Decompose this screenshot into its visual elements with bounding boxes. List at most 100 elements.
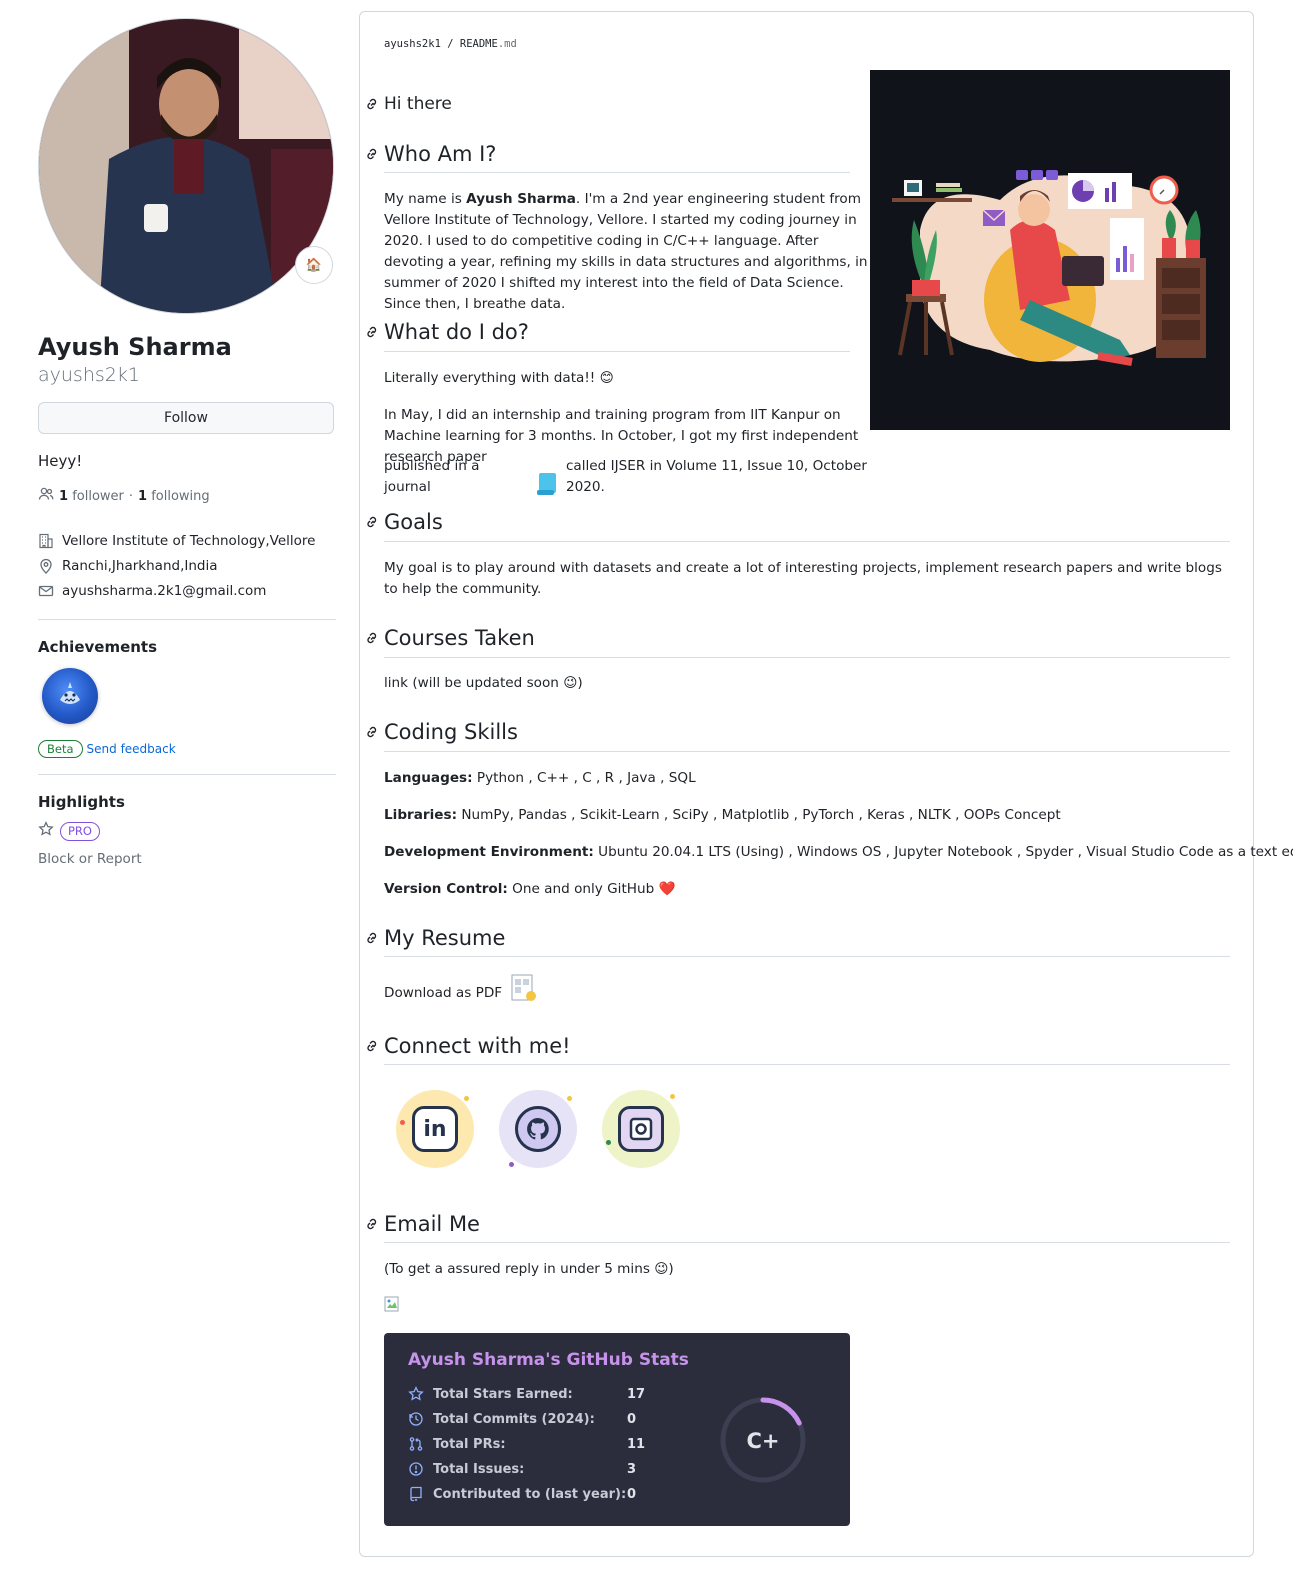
pull-request-icon xyxy=(408,1436,424,1452)
follow-button[interactable]: Follow xyxy=(38,402,334,434)
stats-title: Ayush Sharma's GitHub Stats xyxy=(408,1350,689,1370)
location-item: Ranchi,Jharkhand,India xyxy=(38,553,336,578)
mail-icon xyxy=(38,583,54,599)
heading-rule xyxy=(384,1242,1230,1243)
stat-row-stars: Total Stars Earned: 17 xyxy=(408,1384,645,1404)
github-icon xyxy=(515,1106,561,1152)
decor-dot xyxy=(670,1094,675,1099)
email-note: (To get a assured reply in under 5 mins … xyxy=(384,1261,674,1277)
heading-text: What do I do? xyxy=(384,320,529,344)
goals-paragraph: My goal is to play around with datasets … xyxy=(384,560,1222,597)
skill-languages: Languages: Python , C++ , C , R , Java ,… xyxy=(384,770,696,786)
history-icon xyxy=(408,1411,424,1427)
link-anchor-icon[interactable] xyxy=(364,514,380,530)
achievements-title[interactable]: Achievements xyxy=(38,638,336,656)
status-emoji-button[interactable]: 🏠 xyxy=(295,246,333,284)
email-item[interactable]: ayushsharma.2k1@gmail.com xyxy=(38,578,336,603)
location-pin-icon xyxy=(38,558,54,574)
star-icon xyxy=(38,821,54,841)
issue-icon xyxy=(408,1461,424,1477)
achievement-badge[interactable] xyxy=(42,668,98,724)
link-anchor-icon[interactable] xyxy=(364,930,380,946)
followers-link[interactable]: 1 follower xyxy=(59,489,124,504)
people-icon xyxy=(38,486,54,506)
block-report-link[interactable]: Block or Report xyxy=(38,851,336,867)
building-icon xyxy=(38,533,54,549)
skill-libraries: Libraries: NumPy, Pandas , Scikit-Learn … xyxy=(384,807,1061,823)
linkedin-link[interactable]: in xyxy=(396,1090,474,1168)
link-anchor-icon[interactable] xyxy=(364,324,380,340)
location-text: Ranchi,Jharkhand,India xyxy=(62,557,218,574)
heading-rule xyxy=(384,956,1230,957)
breadcrumb-file[interactable]: README.md xyxy=(460,38,517,50)
what-line-3: published in a journal called IJSER in V… xyxy=(384,456,904,498)
skill-version-control: Version Control: One and only GitHub ❤️ xyxy=(384,881,676,897)
organization-text: Vellore Institute of Technology,Vellore xyxy=(62,532,316,549)
instagram-icon xyxy=(618,1106,664,1152)
heading-email-me: Email Me xyxy=(364,1212,480,1236)
heading-rule xyxy=(384,351,850,352)
heading-text: Who Am I? xyxy=(384,142,497,166)
email-link[interactable]: ayushsharma.2k1@gmail.com xyxy=(62,583,266,599)
readme-panel: ayushs2k1 / README.md Hi there Who Am I?… xyxy=(359,11,1293,1557)
profile-details: Vellore Institute of Technology,Vellore … xyxy=(38,528,336,603)
follow-stats: 1 follower · 1 following xyxy=(38,486,336,506)
link-anchor-icon[interactable] xyxy=(364,146,380,162)
breadcrumb-user[interactable]: ayushs2k1 xyxy=(384,38,441,50)
resume-download-link[interactable]: Download as PDF xyxy=(384,983,502,1004)
broken-image-icon[interactable] xyxy=(384,1296,400,1312)
house-icon: 🏠 xyxy=(305,257,323,273)
heading-goals: Goals xyxy=(364,510,443,534)
heading-courses-taken: Courses Taken xyxy=(364,626,535,650)
rank-ring: C+ xyxy=(720,1397,806,1483)
breadcrumb-separator: / xyxy=(447,38,454,50)
heading-rule xyxy=(384,751,1230,752)
heading-my-resume: My Resume xyxy=(364,926,505,950)
link-anchor-icon[interactable] xyxy=(364,630,380,646)
shark-icon xyxy=(60,682,80,704)
stat-row-commits: Total Commits (2024): 0 xyxy=(408,1409,636,1429)
following-link[interactable]: 1 following xyxy=(138,489,210,504)
avatar-container: 🏠 xyxy=(38,18,334,314)
resume-download[interactable]: Download as PDF xyxy=(384,974,538,1004)
stat-row-issues: Total Issues: 3 xyxy=(408,1459,636,1479)
link-anchor-icon[interactable] xyxy=(364,1216,380,1232)
breadcrumb: ayushs2k1 / README.md xyxy=(384,38,517,50)
organization-item: Vellore Institute of Technology,Vellore xyxy=(38,528,336,553)
instagram-link[interactable] xyxy=(602,1090,680,1168)
profile-username: ayushs2k1 xyxy=(38,364,140,386)
pdf-file-icon xyxy=(510,974,538,1004)
heading-text: Hi there xyxy=(384,94,452,114)
profile-sidebar: 🏠 Ayush Sharma ayushs2k1 Follow Heyy! 1 … xyxy=(38,18,336,867)
heading-text: Coding Skills xyxy=(384,720,518,744)
heading-rule xyxy=(384,172,850,173)
sidebar-divider xyxy=(38,619,336,620)
star-icon xyxy=(408,1386,424,1402)
heading-rule xyxy=(384,541,1230,542)
decor-dot xyxy=(509,1162,514,1167)
send-feedback-link[interactable]: Send feedback xyxy=(87,742,176,756)
courses-link[interactable]: link (will be updated soon 😉) xyxy=(384,673,583,694)
link-anchor-icon[interactable] xyxy=(364,96,380,112)
pro-badge[interactable]: PRO xyxy=(60,821,100,841)
heading-text: My Resume xyxy=(384,926,506,950)
beta-feedback-row: Beta Send feedback xyxy=(38,740,336,758)
who-paragraph: My name is Ayush Sharma. I'm a 2nd year … xyxy=(384,191,868,312)
rank-label: C+ xyxy=(746,1429,779,1453)
github-link[interactable] xyxy=(499,1090,577,1168)
avatar[interactable] xyxy=(38,18,334,314)
author-name: Ayush Sharma xyxy=(466,191,576,207)
heading-text: Connect with me! xyxy=(384,1034,571,1058)
repo-icon xyxy=(408,1486,424,1502)
hero-illustration xyxy=(870,70,1230,430)
heading-who-am-i: Who Am I? xyxy=(364,142,496,166)
heading-rule xyxy=(384,1064,1230,1065)
heading-what-do-i-do: What do I do? xyxy=(364,320,529,344)
decor-dot xyxy=(567,1096,572,1101)
link-anchor-icon[interactable] xyxy=(364,724,380,740)
skill-dev-environment: Development Environment: Ubuntu 20.04.1 … xyxy=(384,844,1293,860)
link-anchor-icon[interactable] xyxy=(364,1038,380,1054)
heading-connect: Connect with me! xyxy=(364,1034,571,1058)
highlights-title: Highlights xyxy=(38,793,125,811)
decor-dot xyxy=(464,1096,469,1101)
